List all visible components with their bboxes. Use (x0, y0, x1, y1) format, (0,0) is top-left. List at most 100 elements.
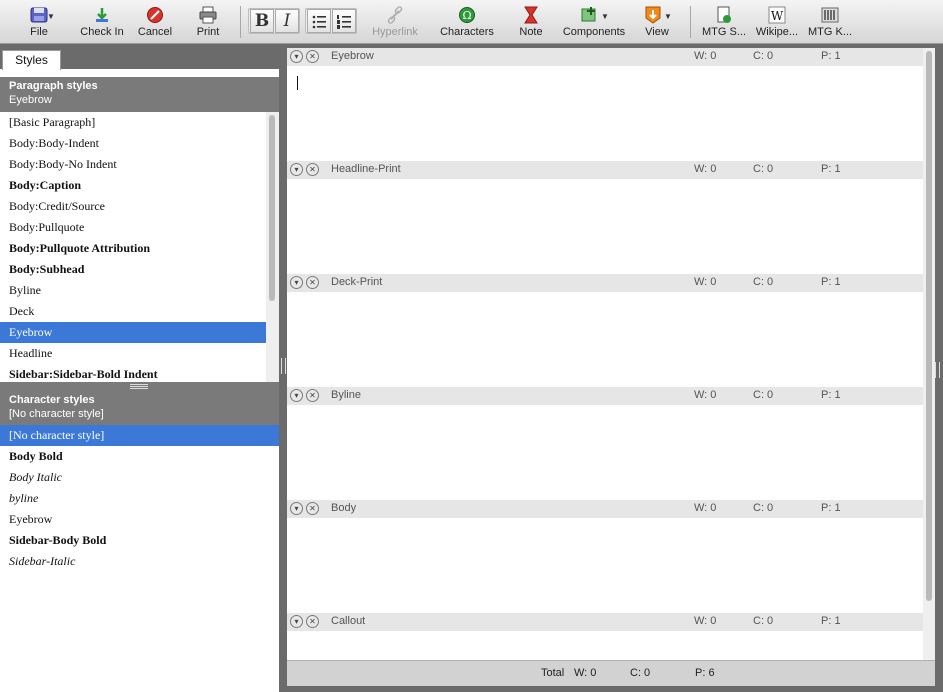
collapse-frame-icon[interactable]: ▾ (290, 389, 303, 402)
style-item[interactable]: Body:Pullquote (0, 217, 266, 238)
close-frame-icon[interactable]: ✕ (306, 276, 319, 289)
numbered-list-button[interactable] (332, 9, 356, 33)
style-item[interactable]: byline (0, 488, 279, 509)
tab-styles[interactable]: Styles (2, 50, 61, 70)
story-frame-text-area[interactable] (287, 292, 923, 387)
close-frame-icon[interactable]: ✕ (306, 163, 319, 176)
numbered-list-icon (337, 15, 351, 29)
check-in-button[interactable]: Check In (78, 0, 126, 44)
bookmark-wikipedia-button[interactable]: W Wikipe... (752, 0, 802, 44)
file-menu-button[interactable]: ▼ File (18, 0, 60, 44)
story-frame-name: Headline-Print (331, 163, 401, 175)
style-item[interactable]: Body Bold (0, 446, 279, 467)
note-button[interactable]: Note (512, 0, 550, 44)
chevron-down-icon: ▼ (601, 12, 609, 21)
hyperlink-button[interactable]: Hyperlink (368, 0, 422, 44)
bold-button[interactable]: B (250, 9, 274, 33)
story-frame-header: ▾ ✕ Deck-Print W: 0 C: 0 P: 1 (287, 274, 923, 292)
character-count: C: 0 (753, 615, 774, 627)
story-frame-text-area[interactable] (287, 518, 923, 613)
library-icon (821, 7, 839, 23)
style-item[interactable]: Body:Pullquote Attribution (0, 238, 266, 259)
story-frame-text-area[interactable] (287, 66, 923, 161)
style-item[interactable]: Body Italic (0, 467, 279, 488)
panel-splitter[interactable] (0, 382, 279, 391)
bullet-list-button[interactable] (307, 9, 331, 33)
word-count: W: 0 (694, 615, 717, 627)
svg-text:W: W (771, 9, 784, 23)
style-item[interactable]: Deck (0, 301, 266, 322)
view-icon (645, 6, 661, 24)
file-icon (30, 7, 48, 23)
print-button[interactable]: Print (188, 0, 228, 44)
character-count: C: 0 (753, 389, 774, 401)
story-frame: ▾ ✕ Byline W: 0 C: 0 P: 1 (287, 387, 923, 500)
editor-scrollbar[interactable] (923, 48, 935, 660)
scrollbar-thumb[interactable] (269, 115, 275, 301)
panel-tab-bar: Styles (0, 44, 279, 70)
word-count: W: 0 (694, 502, 717, 514)
hyperlink-label: Hyperlink (372, 26, 418, 38)
note-label: Note (519, 26, 543, 38)
close-frame-icon[interactable]: ✕ (306, 502, 319, 515)
style-item[interactable]: Eyebrow (0, 509, 279, 530)
cancel-label: Cancel (137, 26, 173, 38)
cancel-icon (147, 7, 163, 23)
close-frame-icon[interactable]: ✕ (306, 389, 319, 402)
style-item[interactable]: Sidebar-Italic (0, 551, 279, 572)
collapse-frame-icon[interactable]: ▾ (290, 615, 303, 628)
italic-button[interactable]: I (275, 9, 299, 33)
paragraph-style-list: [Basic Paragraph] Body:Body-Indent Body:Bo… (0, 112, 266, 382)
story-frame: ▾ ✕ Body W: 0 C: 0 P: 1 (287, 500, 923, 613)
style-item[interactable]: Eyebrow (0, 322, 266, 343)
paragraph-list-scrollbar[interactable] (266, 112, 279, 382)
splitter-grip-icon (130, 384, 148, 389)
text-editor[interactable]: ▾ ✕ Eyebrow W: 0 C: 0 P: 1 ▾ ✕ Headline-Print W: … (287, 48, 923, 660)
editor-resize-grip-icon[interactable] (935, 362, 940, 378)
paragraph-count: P: 1 (821, 163, 841, 175)
style-item[interactable]: Body:Body-No Indent (0, 154, 266, 175)
style-item[interactable]: Body:Subhead (0, 259, 266, 280)
story-frame-header: ▾ ✕ Callout W: 0 C: 0 P: 1 (287, 613, 923, 631)
note-icon (524, 6, 538, 24)
style-item[interactable]: Headline (0, 343, 266, 364)
story-frame-text-area[interactable] (287, 631, 923, 660)
story-frame: ▾ ✕ Headline-Print W: 0 C: 0 P: 1 (287, 161, 923, 274)
collapse-frame-icon[interactable]: ▾ (290, 276, 303, 289)
check-in-icon (96, 8, 108, 22)
toolbar: ▼ File Check In Cancel Print B I Hyperli… (0, 0, 943, 44)
style-item[interactable]: Sidebar-Body Bold (0, 530, 279, 551)
bookmark-mtg-k-button[interactable]: MTG K... (806, 0, 854, 44)
story-frame-text-area[interactable] (287, 405, 923, 500)
components-icon (581, 7, 596, 22)
word-count: W: 0 (694, 163, 717, 175)
scrollbar-thumb[interactable] (926, 51, 932, 601)
style-item[interactable]: [Basic Paragraph] (0, 112, 266, 133)
style-item[interactable]: Body:Body-Indent (0, 133, 266, 154)
collapse-frame-icon[interactable]: ▾ (290, 50, 303, 63)
components-button[interactable]: ▼ Components (560, 0, 628, 44)
story-frame-text-area[interactable] (287, 179, 923, 274)
characters-button[interactable]: Ω Characters (436, 0, 498, 44)
character-styles-header: Character styles [No character style] (0, 391, 279, 425)
total-label: Total (541, 667, 565, 679)
hyperlink-icon (387, 6, 403, 24)
bookmark-mtg-s-button[interactable]: MTG S... (700, 0, 748, 44)
wikipedia-icon: W (768, 6, 786, 24)
collapse-frame-icon[interactable]: ▾ (290, 502, 303, 515)
style-item[interactable]: Body:Credit/Source (0, 196, 266, 217)
story-frame-name: Eyebrow (331, 50, 374, 62)
style-item[interactable]: [No character style] (0, 425, 279, 446)
panel-resize-grip-icon[interactable] (281, 358, 286, 374)
print-label: Print (196, 26, 220, 38)
style-item[interactable]: Body:Caption (0, 175, 266, 196)
style-item[interactable]: Sidebar:Sidebar-Bold Indent (0, 364, 266, 382)
check-in-label: Check In (80, 26, 124, 38)
close-frame-icon[interactable]: ✕ (306, 615, 319, 628)
close-frame-icon[interactable]: ✕ (306, 50, 319, 63)
collapse-frame-icon[interactable]: ▾ (290, 163, 303, 176)
total-paragraph-count: P: 6 (695, 667, 715, 679)
style-item[interactable]: Byline (0, 280, 266, 301)
cancel-button[interactable]: Cancel (134, 0, 176, 44)
view-button[interactable]: ▼ View (640, 0, 674, 44)
